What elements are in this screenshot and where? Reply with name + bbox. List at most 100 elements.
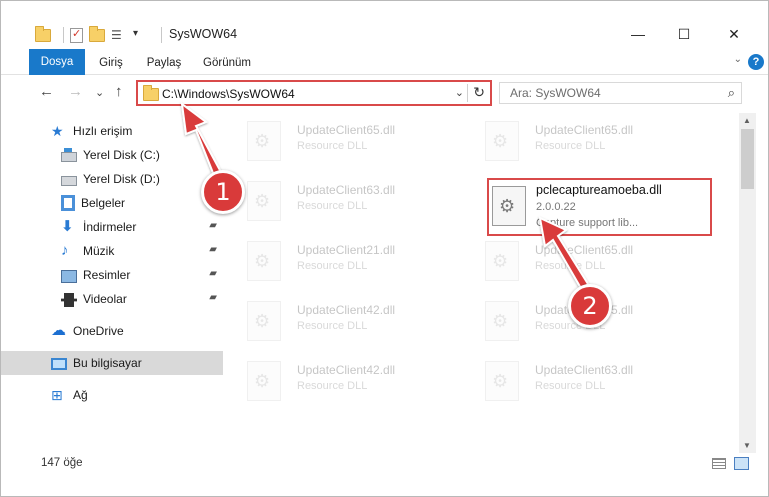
videos-icon — [61, 292, 77, 307]
file-item[interactable]: UpdateClient42.dll Resource DLL — [225, 355, 455, 411]
file-item[interactable]: UpdateClient21.dll Resource DLL — [225, 235, 455, 291]
sidebar-item-label: Yerel Disk (D:) — [83, 172, 160, 186]
file-name: UpdateClient21.dll — [297, 243, 396, 257]
sidebar-item-downloads[interactable]: ⬇ İndirmeler ▰ — [1, 215, 223, 239]
sidebar-item-documents[interactable]: Belgeler ▰ — [1, 191, 223, 215]
recent-locations-icon[interactable]: ⌄ — [95, 86, 104, 99]
highlighted-file-item[interactable]: pclecaptureamoeba.dll 2.0.0.22 Capture s… — [487, 178, 712, 236]
file-description: Resource DLL — [535, 140, 606, 152]
file-item[interactable]: UpdateClient65.dll Resource DLL — [463, 235, 693, 291]
network-icon: ⊞ — [51, 387, 63, 403]
file-item[interactable]: UpdateClient65.dll Resource DLL — [463, 115, 693, 171]
scrollbar-thumb[interactable] — [741, 129, 754, 189]
sidebar-item-videos[interactable]: Videolar ▰ — [1, 287, 223, 311]
sidebar-item-drive-c[interactable]: Yerel Disk (C:) — [1, 143, 223, 167]
downloads-icon: ⬇ — [61, 218, 74, 235]
dll-file-icon — [247, 361, 281, 401]
customize-icon[interactable]: ☰ — [111, 28, 127, 42]
sidebar-item-music[interactable]: ♪ Müzik ▰ — [1, 239, 223, 263]
new-folder-icon[interactable] — [89, 25, 105, 42]
file-description: Resource DLL — [535, 380, 606, 392]
callout-badge-2: 2 — [568, 284, 612, 328]
help-icon[interactable]: ? — [748, 54, 764, 70]
file-description: Resource DLL — [535, 260, 606, 272]
sidebar-item-pictures[interactable]: Resimler ▰ — [1, 263, 223, 287]
tab-file[interactable]: Dosya — [29, 49, 85, 75]
address-bar[interactable]: C:\Windows\SysWOW64 ⌄ ↻ — [136, 80, 492, 106]
sidebar-item-network[interactable]: ⊞ Ağ — [1, 383, 223, 407]
file-description: Resource DLL — [297, 260, 368, 272]
file-list: UpdateClient65.dll Resource DLL UpdateCl… — [225, 113, 739, 453]
search-icon[interactable]: ⌕ — [728, 85, 735, 101]
file-description: Resource DLL — [297, 320, 368, 332]
sidebar-item-drive-d[interactable]: Yerel Disk (D:) — [1, 167, 223, 191]
tiles-view-icon[interactable] — [734, 457, 749, 470]
forward-icon[interactable]: → — [68, 83, 83, 100]
file-name: UpdateClient65.dll — [535, 123, 634, 137]
dll-file-icon — [485, 241, 519, 281]
explorer-window: ☰ ▾ SysWOW64 — ☐ ✕ Dosya Giriş Paylaş Gö… — [0, 0, 769, 497]
file-item[interactable]: UpdateClient42.dll Resource DLL — [225, 295, 455, 351]
maximize-button[interactable]: ☐ — [661, 26, 707, 44]
properties-icon[interactable] — [70, 27, 83, 43]
details-view-icon[interactable] — [712, 458, 726, 469]
file-item[interactable]: UpdateClient63.dll Resource DLL — [225, 175, 455, 231]
dll-file-icon — [247, 301, 281, 341]
address-divider — [467, 84, 468, 102]
minimize-button[interactable]: — — [615, 26, 661, 44]
file-version: 2.0.0.22 — [536, 201, 576, 213]
scroll-down-icon[interactable]: ▼ — [743, 441, 751, 450]
ribbon-expand-icon[interactable]: ⌄ — [734, 54, 742, 65]
sidebar-item-quick-access[interactable]: ★ Hızlı erişim — [1, 119, 223, 143]
dll-file-icon — [485, 301, 519, 341]
pin-icon[interactable]: ▰ — [209, 268, 217, 279]
file-item[interactable]: UpdateClient63.dll Resource DLL — [463, 355, 693, 411]
navigation-pane: ★ Hızlı erişim Yerel Disk (C:) Yerel Dis… — [1, 113, 225, 453]
toolbar-divider — [161, 27, 162, 43]
vertical-scrollbar[interactable]: ▲ ▼ — [739, 113, 756, 453]
sidebar-item-label: İndirmeler — [83, 220, 137, 234]
sidebar-item-label: Yerel Disk (C:) — [83, 148, 160, 162]
close-button[interactable]: ✕ — [711, 26, 757, 44]
refresh-icon[interactable]: ↻ — [473, 84, 485, 101]
dll-file-icon — [247, 241, 281, 281]
file-description: Resource DLL — [297, 380, 368, 392]
sidebar-item-label: Belgeler — [81, 196, 126, 210]
dll-file-icon — [247, 181, 281, 221]
file-description: Resource DLL — [297, 140, 368, 152]
file-name: UpdateClient42.dll — [297, 303, 396, 317]
sidebar-item-this-pc[interactable]: Bu bilgisayar — [1, 351, 223, 375]
file-name: UpdateClient42.dll — [297, 363, 396, 377]
up-icon[interactable]: ↑ — [115, 83, 123, 100]
title-bar: ☰ ▾ SysWOW64 — ☐ ✕ — [1, 1, 768, 49]
dll-file-icon — [485, 361, 519, 401]
address-dropdown-icon[interactable]: ⌄ — [455, 86, 464, 99]
cloud-icon: ☁ — [51, 322, 66, 339]
file-name: UpdateClient65.dll — [297, 123, 396, 137]
status-bar: 147 öğe — [1, 453, 768, 475]
item-count: 147 öğe — [41, 457, 83, 469]
quick-access-toolbar: ☰ ▾ — [35, 25, 168, 43]
back-icon[interactable]: ← — [39, 83, 54, 100]
scroll-up-icon[interactable]: ▲ — [743, 116, 751, 125]
tab-share[interactable]: Paylaş — [139, 52, 189, 74]
sidebar-item-onedrive[interactable]: ☁ OneDrive — [1, 319, 223, 343]
dll-file-icon — [492, 186, 526, 226]
file-name: UpdateClient63.dll — [297, 183, 396, 197]
pin-icon[interactable]: ▰ — [209, 292, 217, 303]
dropdown-icon[interactable]: ▾ — [133, 28, 149, 42]
pin-icon[interactable]: ▰ — [209, 220, 217, 231]
file-name: UpdateClient63.dll — [535, 363, 634, 377]
address-path[interactable]: C:\Windows\SysWOW64 — [162, 87, 295, 101]
search-input[interactable]: Ara: SysWOW64 ⌕ — [499, 82, 742, 104]
toolbar-divider — [63, 27, 64, 43]
folder-icon[interactable] — [35, 25, 51, 42]
star-icon: ★ — [51, 123, 64, 139]
file-description: Resource DLL — [297, 200, 368, 212]
file-item[interactable]: UpdateClient65.dll Resource DLL — [225, 115, 455, 171]
drive-c-icon — [61, 148, 77, 162]
callout-badge-1: 1 — [201, 170, 245, 214]
tab-home[interactable]: Giriş — [91, 52, 131, 74]
tab-view[interactable]: Görünüm — [197, 52, 257, 74]
pin-icon[interactable]: ▰ — [209, 244, 217, 255]
